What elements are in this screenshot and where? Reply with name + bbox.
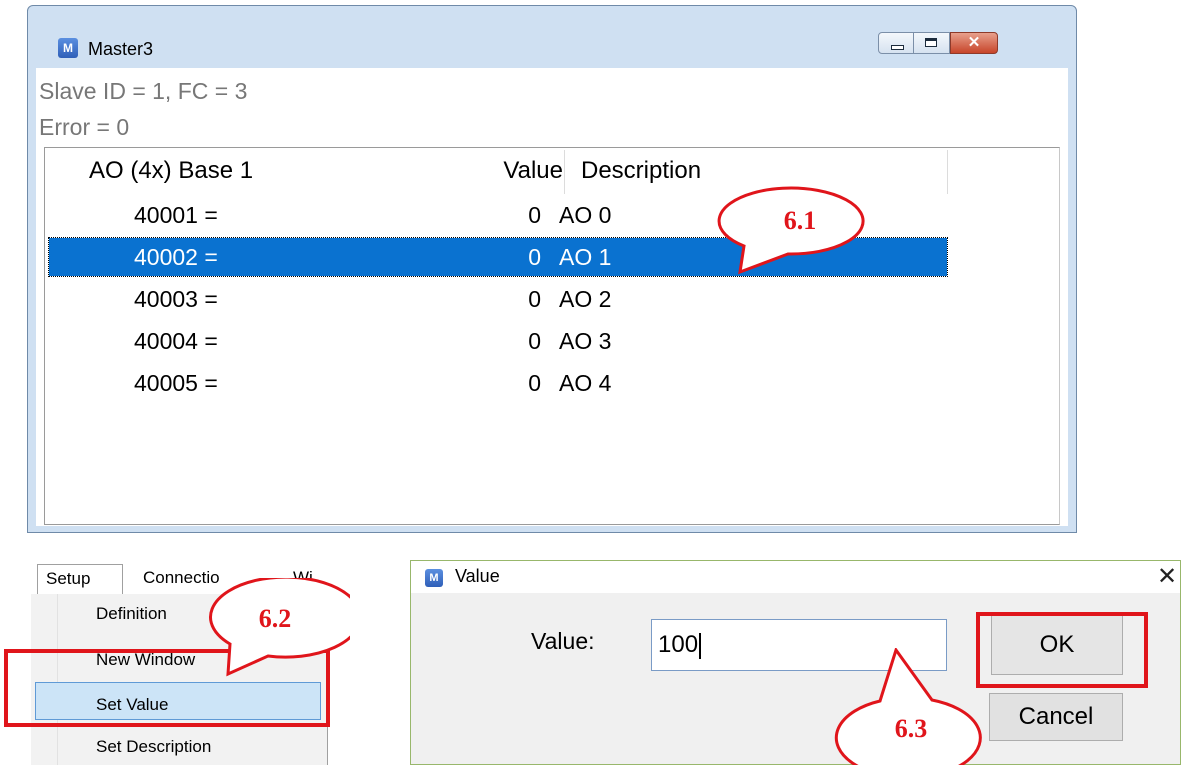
register-address: 40003 = [134, 286, 218, 312]
menu-tab-setup[interactable]: Setup [37, 564, 123, 594]
value-input-text: 100 [658, 631, 699, 658]
callout-label: 6.1 [783, 206, 817, 235]
register-address: 40005 = [134, 370, 218, 396]
window-title: Master3 [88, 39, 154, 59]
minimize-icon [891, 45, 904, 50]
register-address: 40001 = [134, 202, 218, 228]
close-icon: ✕ [967, 34, 981, 51]
callout-6-2: 6.2 [190, 578, 350, 678]
cancel-button[interactable]: Cancel [989, 693, 1123, 741]
register-description: AO 3 [559, 328, 612, 354]
register-row[interactable]: 40004 = 0 AO 3 [49, 322, 947, 360]
app-icon: M [58, 38, 78, 58]
register-value: 0 [528, 244, 541, 270]
register-row[interactable]: 40003 = 0 AO 2 [49, 280, 947, 318]
callout-bubble-shape [834, 648, 982, 765]
maximize-icon [925, 38, 937, 47]
column-separator[interactable] [947, 150, 948, 194]
column-header-value[interactable]: Value [457, 148, 563, 196]
app-icon: M [425, 569, 443, 587]
register-description: AO 2 [559, 286, 612, 312]
callout-6-1: 6.1 [714, 184, 874, 276]
status-slave-id: Slave ID = 1, FC = 3 [39, 78, 248, 104]
status-error: Error = 0 [39, 114, 130, 140]
dialog-title: Value [455, 566, 500, 586]
register-description: AO 0 [559, 202, 612, 228]
callout-label: 6.2 [258, 604, 292, 633]
dialog-close-icon[interactable]: ✕ [1157, 562, 1177, 591]
column-header-description[interactable]: Description [581, 148, 701, 196]
column-header-address[interactable]: AO (4x) Base 1 [89, 148, 253, 196]
register-description: AO 1 [559, 244, 612, 270]
close-button[interactable]: ✕ [950, 32, 998, 54]
text-caret [699, 632, 702, 659]
register-value: 0 [528, 370, 541, 396]
register-value: 0 [528, 328, 541, 354]
register-row[interactable]: 40005 = 0 AO 4 [49, 364, 947, 402]
register-value: 0 [528, 202, 541, 228]
menu-item-definition[interactable]: Definition [96, 604, 167, 624]
minimize-button[interactable] [878, 32, 914, 54]
column-separator[interactable] [564, 150, 565, 194]
callout-label: 6.3 [894, 714, 928, 743]
register-address: 40002 = [134, 244, 218, 270]
menu-item-set-description[interactable]: Set Description [96, 737, 211, 757]
register-address: 40004 = [134, 328, 218, 354]
callout-6-3: 6.3 [828, 648, 984, 765]
dialog-titlebar[interactable]: M Value ✕ [411, 561, 1180, 593]
maximize-button[interactable] [914, 32, 950, 54]
register-value: 0 [528, 286, 541, 312]
value-label: Value: [531, 628, 595, 654]
master3-window: M Master3 ✕ Slave ID = 1, FC = 3 Error =… [27, 5, 1077, 533]
register-list[interactable]: AO (4x) Base 1 Value Description 40001 =… [44, 147, 1060, 525]
annotation-box-ok [976, 612, 1148, 688]
register-description: AO 4 [559, 370, 612, 396]
window-titlebar[interactable]: M Master3 ✕ [28, 6, 1076, 59]
